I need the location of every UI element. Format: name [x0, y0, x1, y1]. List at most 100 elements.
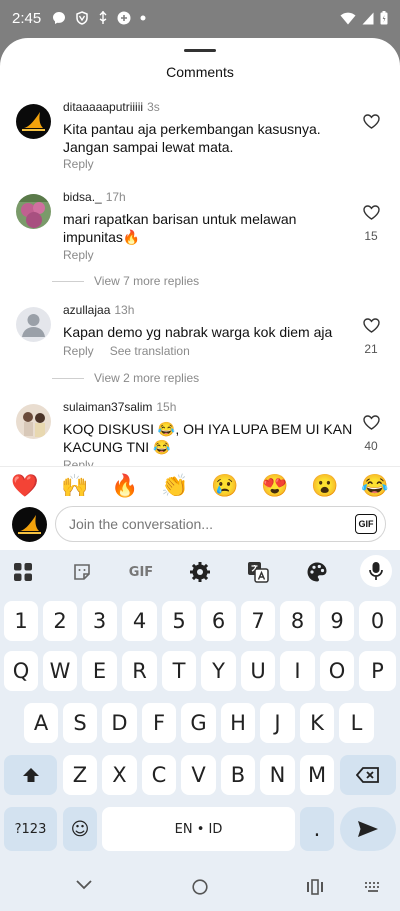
compose-bar: Join the conversation... GIF	[0, 504, 400, 550]
emoji-surprised-button[interactable]: 😮	[311, 473, 338, 499]
apps-grid-icon[interactable]	[10, 559, 36, 585]
messenger-icon	[53, 12, 65, 24]
like-button[interactable]	[360, 114, 382, 134]
like-button[interactable]: 15	[360, 205, 382, 243]
key-7[interactable]: 7	[241, 601, 275, 641]
symbols-key[interactable]: ?123	[4, 807, 57, 851]
key-0[interactable]: 0	[359, 601, 396, 641]
avatar[interactable]	[16, 194, 51, 229]
comment-username[interactable]: bidsa._ 17h	[63, 190, 126, 204]
comment-username[interactable]: azullajaa 13h	[63, 303, 134, 317]
like-button[interactable]: 21	[360, 318, 382, 356]
theme-palette-icon[interactable]	[304, 559, 330, 585]
key-n[interactable]: N	[260, 755, 295, 795]
key-m[interactable]: M	[300, 755, 334, 795]
voice-input-button[interactable]	[360, 555, 392, 587]
battery-icon	[380, 11, 388, 25]
key-e[interactable]: E	[82, 651, 117, 691]
key-q[interactable]: Q	[4, 651, 38, 691]
comment-username[interactable]: sulaiman37salim 15h	[63, 400, 176, 414]
comment-input[interactable]: Join the conversation... GIF	[55, 506, 386, 542]
gif-button[interactable]: GIF	[355, 514, 377, 534]
usb-icon	[99, 11, 107, 24]
key-f[interactable]: F	[142, 703, 176, 743]
key-6[interactable]: 6	[201, 601, 236, 641]
key-z[interactable]: Z	[63, 755, 97, 795]
key-t[interactable]: T	[162, 651, 196, 691]
view-replies-button[interactable]: View 7 more replies	[52, 274, 199, 288]
see-translation-button[interactable]: See translation	[110, 344, 190, 358]
emoji-fire-button[interactable]: 🔥	[111, 473, 138, 499]
key-4[interactable]: 4	[122, 601, 157, 641]
reply-button[interactable]: Reply	[63, 157, 94, 171]
my-avatar	[12, 507, 47, 542]
avatar[interactable]	[16, 404, 51, 439]
backspace-key[interactable]	[340, 755, 396, 795]
key-b[interactable]: B	[221, 755, 255, 795]
key-1[interactable]: 1	[4, 601, 38, 641]
key-x[interactable]: X	[102, 755, 137, 795]
comment-username[interactable]: ditaaaaaputriiiii 3s	[63, 100, 160, 114]
emoji-laughing-button[interactable]: 😂	[361, 473, 388, 499]
key-s[interactable]: S	[63, 703, 97, 743]
key-p[interactable]: P	[359, 651, 396, 691]
shield-v-icon	[76, 11, 88, 25]
avatar[interactable]	[16, 104, 51, 139]
sticker-icon[interactable]	[69, 559, 95, 585]
back-chevron-down-icon[interactable]	[76, 880, 92, 890]
backspace-icon	[356, 767, 379, 783]
key-h[interactable]: H	[221, 703, 255, 743]
key-d[interactable]: D	[102, 703, 137, 743]
heart-icon	[362, 114, 380, 129]
like-button[interactable]: 40	[360, 415, 382, 453]
emoji-raised-hands-button[interactable]: 🙌	[61, 473, 88, 499]
send-key[interactable]	[340, 807, 396, 851]
view-replies-button[interactable]: View 2 more replies	[52, 371, 199, 385]
key-5[interactable]: 5	[162, 601, 196, 641]
period-key[interactable]: .	[300, 807, 334, 851]
avatar[interactable]	[16, 307, 51, 342]
comment-time: 15h	[156, 400, 177, 414]
key-2[interactable]: 2	[43, 601, 77, 641]
key-8[interactable]: 8	[280, 601, 315, 641]
key-g[interactable]: G	[181, 703, 216, 743]
key-i[interactable]: I	[280, 651, 315, 691]
key-r[interactable]: R	[122, 651, 157, 691]
emoji-heart-eyes-button[interactable]: 😍	[261, 473, 288, 499]
emoji-crying-button[interactable]: 😢	[211, 473, 238, 499]
key-c[interactable]: C	[142, 755, 176, 795]
key-j[interactable]: J	[260, 703, 295, 743]
emoji-reaction-bar: ❤️ 🙌 🔥 👏 😢 😍 😮 😂	[0, 466, 400, 504]
emoji-key[interactable]: ☺	[63, 807, 97, 851]
view-replies-label: View 2 more replies	[94, 371, 200, 385]
like-count: 21	[364, 342, 378, 356]
key-w[interactable]: W	[43, 651, 77, 691]
key-k[interactable]: K	[300, 703, 334, 743]
key-a[interactable]: A	[24, 703, 58, 743]
status-time: 2:45	[12, 10, 42, 27]
key-y[interactable]: Y	[201, 651, 236, 691]
recents-icon[interactable]	[306, 879, 324, 895]
keyboard-switch-icon[interactable]	[365, 882, 381, 892]
key-3[interactable]: 3	[82, 601, 117, 641]
reply-button[interactable]: Reply	[63, 248, 94, 262]
key-9[interactable]: 9	[320, 601, 354, 641]
translate-icon[interactable]	[245, 559, 271, 585]
key-u[interactable]: U	[241, 651, 275, 691]
key-v[interactable]: V	[181, 755, 216, 795]
key-o[interactable]: O	[320, 651, 354, 691]
gif-icon[interactable]: GIF	[126, 559, 156, 585]
home-circle-icon[interactable]	[192, 879, 208, 895]
shift-key[interactable]	[4, 755, 57, 795]
reply-button[interactable]: Reply	[63, 344, 94, 358]
comments-list[interactable]: ditaaaaaputriiiii 3s Kita pantau aja perk…	[0, 94, 400, 504]
emoji-clap-button[interactable]: 👏	[161, 473, 188, 499]
drag-handle[interactable]	[184, 49, 216, 52]
status-system-icons	[340, 11, 388, 25]
settings-gear-icon[interactable]	[187, 559, 213, 585]
comment-text: mari rapatkan barisan untuk melawan impu…	[63, 211, 297, 245]
emoji-heart-button[interactable]: ❤️	[11, 473, 38, 499]
space-key[interactable]: EN • ID	[102, 807, 295, 851]
comment-text: KOQ DISKUSI 😂, OH IYA LUPA BEM UI KAN KA…	[63, 421, 353, 455]
key-l[interactable]: L	[339, 703, 374, 743]
